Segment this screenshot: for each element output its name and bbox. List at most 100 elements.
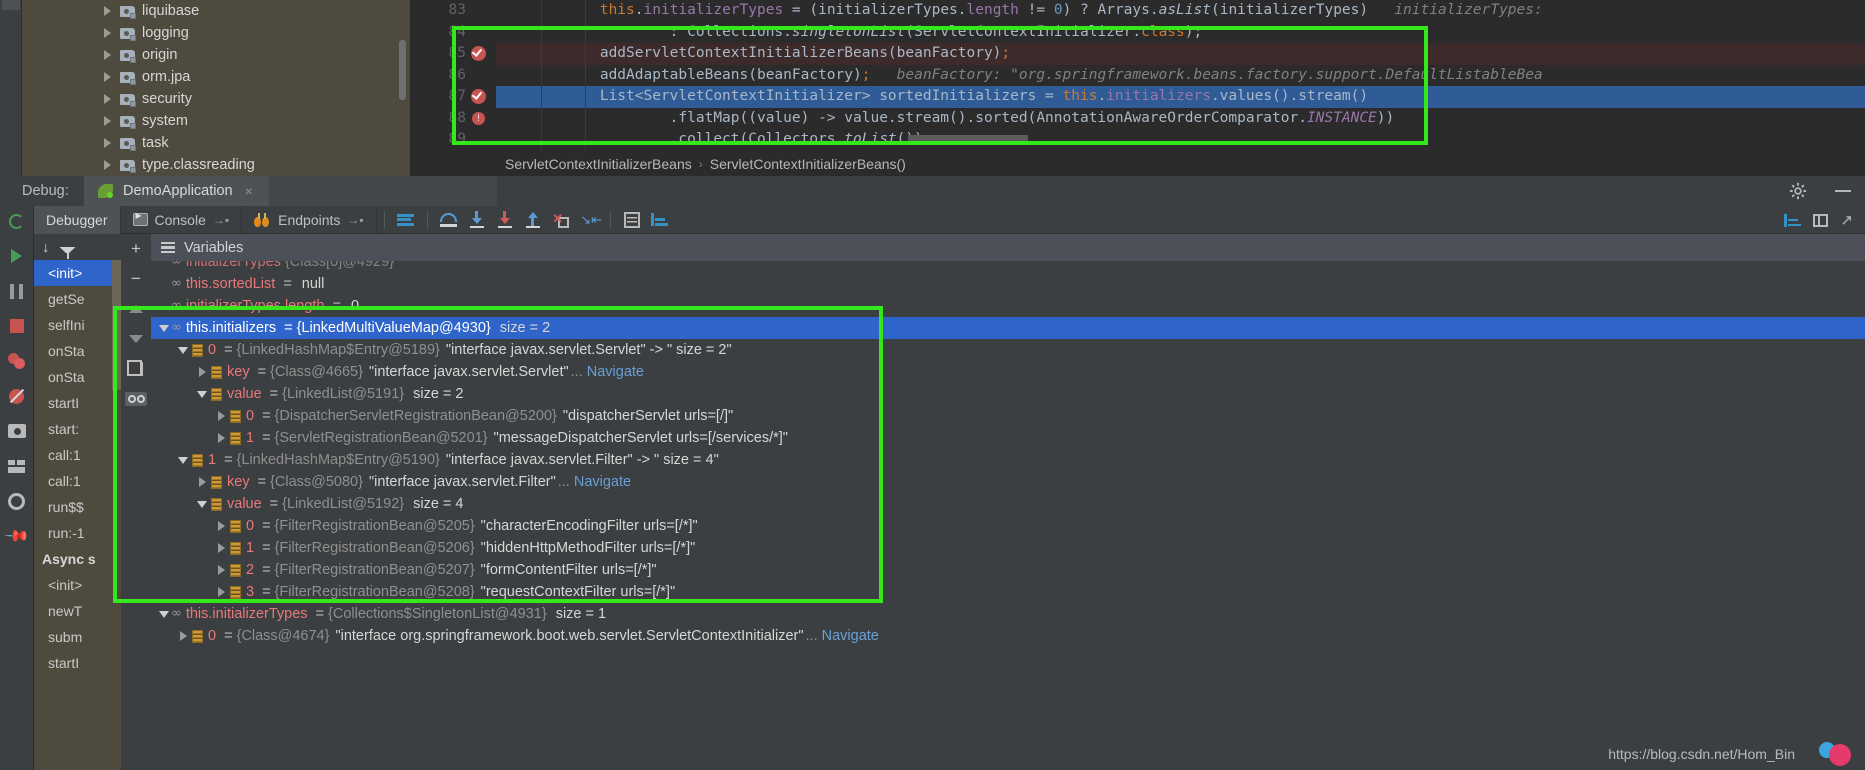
editor-gutter[interactable] xyxy=(468,65,496,87)
detach-tab-icon[interactable]: →▪ xyxy=(213,213,229,227)
remove-watch-icon[interactable]: − xyxy=(121,264,151,294)
export-threads-icon[interactable]: ↓ xyxy=(42,239,50,256)
project-tree-panel[interactable]: liquibase logging origin orm.jpa security sys… xyxy=(22,0,410,196)
code-line[interactable]: 85 addServletContextInitializerBeans(bea… xyxy=(410,43,1865,65)
expand-arrow-icon[interactable] xyxy=(214,411,228,421)
restore-layout-icon[interactable] xyxy=(1813,213,1829,227)
collapse-arrow-icon[interactable] xyxy=(176,456,190,464)
editor-gutter[interactable] xyxy=(468,43,496,65)
project-tree-item[interactable]: system xyxy=(22,110,410,132)
frame-row[interactable]: run$$ xyxy=(34,494,121,520)
debug-tab-console[interactable]: Console →▪ xyxy=(121,205,243,234)
navigate-link[interactable]: Navigate xyxy=(822,625,879,647)
expand-arrow-icon[interactable] xyxy=(176,631,190,641)
variables-header[interactable]: Variables xyxy=(151,234,1865,261)
expand-arrow-icon[interactable] xyxy=(214,565,228,575)
resume-program-icon[interactable] xyxy=(6,245,28,267)
breadcrumb-item[interactable]: ServletContextInitializerBeans xyxy=(505,156,692,172)
collapse-arrow-icon[interactable] xyxy=(157,324,171,332)
frames-list[interactable]: <init> getSe selfIni onSta onSta startI start:… xyxy=(34,260,121,770)
debug-tab-debugger[interactable]: Debugger xyxy=(34,205,121,234)
variable-row[interactable]: value = {LinkedList@5192} size = 4 xyxy=(151,493,1865,515)
project-tree-scrollbar[interactable] xyxy=(399,40,406,100)
expand-arrow-icon[interactable] xyxy=(195,367,209,377)
variable-row[interactable]: 1 = {ServletRegistrationBean@5201} "message… xyxy=(151,427,1865,449)
frames-panel[interactable]: ↓ <init> getSe selfIni onSta onSta startI star… xyxy=(34,234,121,770)
frame-row[interactable]: start: xyxy=(34,416,121,442)
collapse-arrow-icon[interactable] xyxy=(195,390,209,398)
step-out-icon[interactable] xyxy=(519,206,547,234)
pause-program-icon[interactable] xyxy=(6,280,28,302)
frame-row[interactable]: onSta xyxy=(34,364,121,390)
minimize-icon[interactable] xyxy=(1835,190,1851,192)
variable-row[interactable]: 0 = {LinkedHashMap$Entry@5189} "interface j… xyxy=(151,339,1865,361)
open-external-icon[interactable]: ↗ xyxy=(1840,211,1853,229)
expand-arrow-icon[interactable] xyxy=(104,138,111,148)
variable-row[interactable]: 0 = {Class@4674} "interface org.springframe… xyxy=(151,625,1865,647)
expand-arrow-icon[interactable] xyxy=(214,587,228,597)
expand-arrow-icon[interactable] xyxy=(104,6,111,16)
code-line[interactable]: 84 : Collections.singletonList(ServletCo… xyxy=(410,21,1865,43)
run-to-cursor-icon[interactable]: ↘⇤ xyxy=(575,206,603,234)
breakpoint-verified-icon[interactable] xyxy=(471,89,486,104)
navigate-link[interactable]: Navigate xyxy=(587,361,644,383)
frame-row[interactable]: startI xyxy=(34,390,121,416)
code-line[interactable]: 88! .flatMap((value) -> value.stream().s… xyxy=(410,107,1865,129)
project-tree-item[interactable]: security xyxy=(22,88,410,110)
expand-arrow-icon[interactable] xyxy=(195,477,209,487)
detach-tab-icon[interactable]: →▪ xyxy=(347,213,363,227)
project-tree-item[interactable]: liquibase xyxy=(22,0,410,22)
variable-row[interactable]: ∞ this.sortedList = null xyxy=(151,273,1865,295)
frame-row[interactable]: startI xyxy=(34,650,121,676)
expand-arrow-icon[interactable] xyxy=(104,72,111,82)
move-down-icon[interactable] xyxy=(121,324,151,354)
breadcrumb-item[interactable]: ServletContextInitializerBeans() xyxy=(710,156,906,172)
settings-icon[interactable] xyxy=(6,490,28,512)
project-tree-item[interactable]: orm.jpa xyxy=(22,66,410,88)
variable-row[interactable]: 1 = {FilterRegistrationBean@5206} "hiddenHt… xyxy=(151,537,1865,559)
breadcrumb[interactable]: ServletContextInitializerBeans › ServletCo… xyxy=(410,152,1865,176)
expand-arrow-icon[interactable] xyxy=(104,28,111,38)
settings-gear-icon[interactable] xyxy=(1789,182,1807,200)
variable-row[interactable]: 1 = {LinkedHashMap$Entry@5190} "interface j… xyxy=(151,449,1865,471)
project-tree-item[interactable]: type.classreading xyxy=(22,154,410,176)
screenshot-icon[interactable] xyxy=(6,420,28,442)
variable-row[interactable]: 2 = {FilterRegistrationBean@5207} "formCont… xyxy=(151,559,1865,581)
collapse-arrow-icon[interactable] xyxy=(157,610,171,618)
variable-row[interactable]: value = {LinkedList@5191} size = 2 xyxy=(151,383,1865,405)
stop-icon[interactable] xyxy=(6,315,28,337)
code-line[interactable]: 83 this.initializerTypes = (initializerT… xyxy=(410,0,1865,22)
expand-arrow-icon[interactable] xyxy=(104,160,111,170)
copy-value-icon[interactable] xyxy=(121,354,151,384)
frame-row[interactable]: call:1 xyxy=(34,442,121,468)
variable-row[interactable]: ∞ initializerTypes {Class[0]@4929} xyxy=(151,261,1865,273)
expand-arrow-icon[interactable] xyxy=(104,116,111,126)
frame-row[interactable]: Async s xyxy=(34,546,121,572)
expand-arrow-icon[interactable] xyxy=(214,543,228,553)
variable-row[interactable]: 0 = {DispatcherServletRegistrationBean@520… xyxy=(151,405,1865,427)
editor-gutter[interactable] xyxy=(468,0,496,22)
variable-row[interactable]: ∞ this.initializers = {LinkedMultiValueMap@… xyxy=(151,317,1865,339)
collapse-arrow-icon[interactable] xyxy=(176,346,190,354)
expand-arrow-icon[interactable] xyxy=(214,433,228,443)
expand-arrow-icon[interactable] xyxy=(104,50,111,60)
variable-row[interactable]: key = {Class@4665} "interface javax.servlet… xyxy=(151,361,1865,383)
code-line[interactable]: 87 List<ServletContextInitializer> sorte… xyxy=(410,86,1865,108)
variable-row[interactable]: 3 = {FilterRegistrationBean@5208} "requestC… xyxy=(151,581,1865,603)
run-configuration-tab[interactable]: DemoApplication × xyxy=(84,176,269,206)
variable-row[interactable]: ∞ this.initializerTypes = {Collections$Sing… xyxy=(151,603,1865,625)
project-tree-item[interactable]: task xyxy=(22,132,410,154)
mute-breakpoints-icon[interactable] xyxy=(6,385,28,407)
frame-row[interactable]: <init> xyxy=(34,572,121,598)
rerun-icon[interactable] xyxy=(6,210,28,232)
move-up-icon[interactable] xyxy=(121,294,151,324)
drop-frame-icon[interactable]: ✕ xyxy=(547,206,575,234)
expand-arrow-icon[interactable] xyxy=(104,94,111,104)
frame-row[interactable]: onSta xyxy=(34,338,121,364)
frame-row[interactable]: selfIni xyxy=(34,312,121,338)
frame-row[interactable]: call:1 xyxy=(34,468,121,494)
expand-arrow-icon[interactable] xyxy=(214,521,228,531)
project-tree-item[interactable]: logging xyxy=(22,22,410,44)
collapse-arrow-icon[interactable] xyxy=(195,500,209,508)
code-line[interactable]: 89 .collect(Collectors.toList()); xyxy=(410,129,1865,151)
